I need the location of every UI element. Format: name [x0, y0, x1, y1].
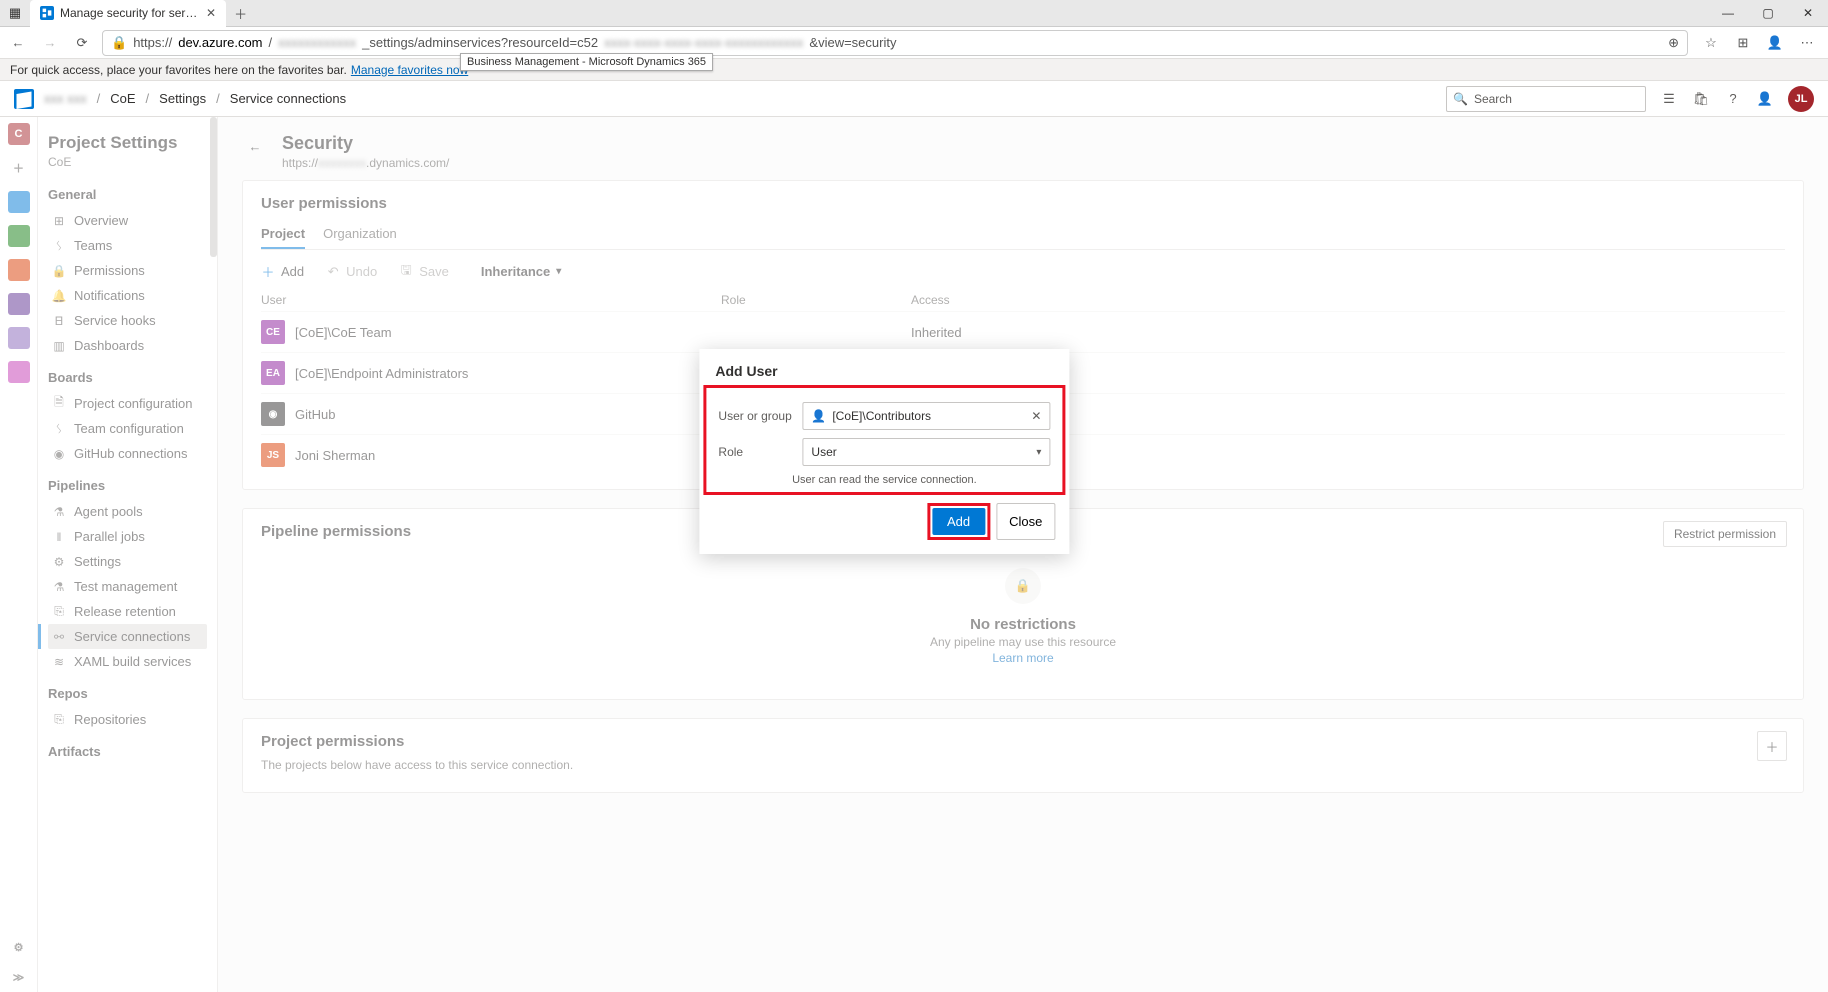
new-tab-button[interactable]: ＋ [226, 4, 255, 23]
list-view-icon[interactable]: ☰ [1660, 90, 1678, 108]
url-input[interactable]: 🔒 https://dev.azure.com/xxxxxxxxxxxx_set… [102, 30, 1688, 56]
url-blur2: xxxx-xxxx-xxxx-xxxx-xxxxxxxxxxxx [604, 35, 803, 50]
breadcrumb-org[interactable]: xxx xxx [44, 91, 87, 106]
breadcrumb: xxx xxx / CoE / Settings / Service conne… [44, 91, 346, 106]
lock-icon: 🔒 [111, 35, 127, 51]
app-body: C ＋ ⚙ ≫ Project Settings CoE General ⊞Ov… [0, 117, 1828, 992]
tab-title: Manage security for service con [60, 6, 200, 20]
avatar[interactable]: JL [1788, 86, 1814, 112]
forward-icon: → [38, 31, 62, 55]
help-icon[interactable]: ? [1724, 90, 1742, 108]
breadcrumb-service-connections[interactable]: Service connections [230, 91, 346, 106]
url-path-end: &view=security [809, 35, 896, 50]
role-value: User [811, 445, 836, 459]
role-dropdown[interactable]: User ▾ [802, 438, 1050, 466]
url-tooltip: Business Management - Microsoft Dynamics… [460, 53, 713, 71]
reading-view-icon[interactable]: ⊕ [1668, 35, 1679, 51]
manage-favorites-link[interactable]: Manage favorites now [351, 63, 468, 77]
role-label: Role [718, 445, 794, 459]
azure-devops-logo-icon[interactable] [14, 89, 34, 109]
breadcrumb-project[interactable]: CoE [110, 91, 135, 106]
tab-close-icon[interactable]: ✕ [206, 6, 216, 20]
role-hint: User can read the service connection. [718, 474, 1050, 486]
user-or-group-input[interactable]: 👤 [CoE]\Contributors ✕ [802, 402, 1050, 430]
search-input[interactable]: 🔍 Search [1446, 86, 1646, 112]
favorites-bar: For quick access, place your favorites h… [0, 59, 1828, 81]
add-user-modal: Add User User or group 👤 [CoE]\Contribut… [699, 349, 1069, 554]
url-prefix: https:// [133, 35, 172, 50]
chevron-down-icon: ▾ [1036, 447, 1041, 458]
refresh-icon[interactable]: ⟳ [70, 31, 94, 55]
window-maximize-icon[interactable]: ▢ [1748, 0, 1788, 27]
search-placeholder: Search [1474, 92, 1512, 106]
tab-favicon-icon [40, 6, 54, 20]
profile-icon[interactable]: 👤 [1766, 34, 1784, 52]
window-minimize-icon[interactable]: ― [1708, 0, 1748, 27]
person-icon: 👤 [811, 409, 826, 423]
breadcrumb-settings[interactable]: Settings [159, 91, 206, 106]
url-path: _settings/adminservices?resourceId=c52 [362, 35, 598, 50]
user-settings-icon[interactable]: 👤 [1756, 90, 1774, 108]
modal-close-button[interactable]: Close [996, 503, 1055, 540]
user-or-group-label: User or group [718, 409, 794, 423]
collections-icon[interactable]: ⊞ [1734, 34, 1752, 52]
window-close-icon[interactable]: ✕ [1788, 0, 1828, 27]
back-icon[interactable]: ← [6, 31, 30, 55]
app-header: xxx xxx / CoE / Settings / Service conne… [0, 81, 1828, 117]
modal-overlay [0, 117, 1828, 992]
favorites-prompt: For quick access, place your favorites h… [10, 63, 347, 77]
user-value: [CoE]\Contributors [832, 409, 931, 423]
url-blur: xxxxxxxxxxxx [278, 35, 356, 50]
marketplace-icon[interactable]: 🛍 [1692, 90, 1710, 108]
favorites-icon[interactable]: ☆ [1702, 34, 1720, 52]
modal-title: Add User [699, 349, 1069, 385]
menu-icon[interactable]: ⋯ [1798, 34, 1816, 52]
browser-address-bar: ← → ⟳ 🔒 https://dev.azure.com/xxxxxxxxxx… [0, 27, 1828, 59]
url-domain: dev.azure.com [178, 35, 262, 50]
browser-app-icon: ▦ [0, 5, 30, 21]
clear-icon[interactable]: ✕ [1031, 409, 1041, 423]
browser-tab[interactable]: Manage security for service con ✕ [30, 0, 226, 27]
browser-titlebar: ▦ Manage security for service con ✕ ＋ ― … [0, 0, 1828, 27]
modal-add-button[interactable]: Add [932, 508, 985, 535]
search-icon: 🔍 [1453, 92, 1468, 106]
